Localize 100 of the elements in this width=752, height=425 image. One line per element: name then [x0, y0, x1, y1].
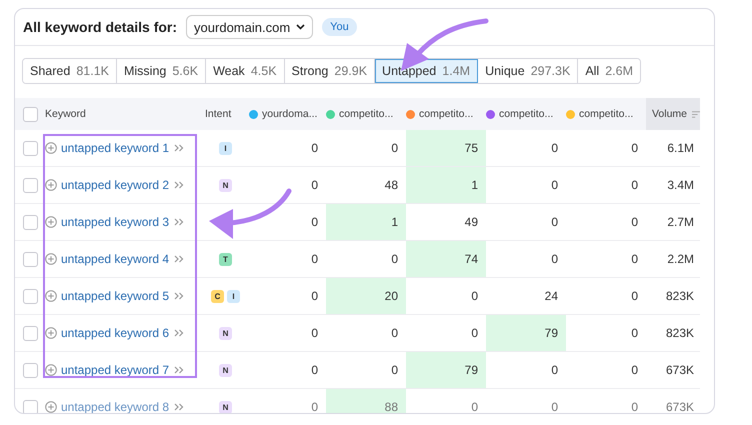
position-value: 0	[311, 141, 318, 155]
checkbox[interactable]	[23, 178, 38, 192]
volume-value: 3.4M	[667, 178, 694, 192]
column-header[interactable]: competito...	[339, 108, 394, 120]
plus-icon[interactable]	[45, 142, 57, 154]
position-value: 0	[471, 326, 478, 340]
plus-icon[interactable]	[45, 290, 57, 302]
column-header[interactable]: Intent	[205, 108, 232, 120]
position-value: 20	[384, 289, 398, 303]
double-chevron-icon[interactable]	[174, 366, 184, 374]
position-value: 0	[391, 252, 398, 266]
volume-value: 2.2M	[667, 252, 694, 266]
plus-icon[interactable]	[45, 216, 57, 228]
checkbox[interactable]	[23, 140, 38, 156]
position-value: 0	[631, 215, 638, 229]
keyword-link[interactable]: untapped keyword 3	[61, 215, 170, 229]
position-value: 24	[544, 289, 558, 303]
double-chevron-icon[interactable]	[174, 218, 184, 226]
position-value: 0	[551, 400, 558, 413]
double-chevron-icon[interactable]	[174, 255, 184, 263]
double-chevron-icon[interactable]	[174, 403, 184, 411]
intent-badge: N	[219, 400, 232, 413]
column-header[interactable]: competito...	[419, 108, 474, 120]
keyword-link[interactable]: untapped keyword 5	[61, 289, 170, 303]
position-value: 0	[391, 141, 398, 155]
position-value: 0	[551, 178, 558, 192]
double-chevron-icon[interactable]	[174, 144, 184, 152]
intent-badge: I	[219, 142, 232, 154]
checkbox[interactable]	[23, 326, 38, 340]
position-value: 1	[391, 215, 398, 229]
checkbox[interactable]	[23, 400, 38, 413]
volume-value: 6.1M	[667, 141, 694, 155]
keyword-link[interactable]: untapped keyword 7	[61, 363, 170, 377]
position-value: 0	[471, 400, 478, 413]
keyword-link[interactable]: untapped keyword 4	[61, 252, 170, 266]
position-value: 79	[464, 363, 478, 377]
keyword-link[interactable]: untapped keyword 1	[61, 141, 170, 155]
filter-tab[interactable]: Shared 81.1K	[23, 59, 117, 83]
position-value: 79	[544, 326, 558, 340]
intent-badge: T	[219, 252, 232, 266]
position-value: 48	[384, 178, 398, 192]
checkbox[interactable]	[23, 252, 38, 266]
you-badge: You	[322, 18, 357, 36]
position-value: 0	[551, 215, 558, 229]
position-value: 0	[631, 252, 638, 266]
double-chevron-icon[interactable]	[174, 181, 184, 189]
checkbox[interactable]	[23, 214, 38, 230]
position-value: 0	[631, 363, 638, 377]
position-value: 0	[631, 326, 638, 340]
checkbox[interactable]	[23, 288, 38, 304]
keyword-link[interactable]: untapped keyword 6	[61, 326, 170, 340]
position-value: 0	[631, 178, 638, 192]
double-chevron-icon[interactable]	[174, 292, 184, 300]
plus-icon[interactable]	[45, 364, 57, 376]
plus-icon[interactable]	[45, 401, 57, 413]
position-value: 0	[631, 141, 638, 155]
position-value: 74	[464, 252, 478, 266]
plus-icon[interactable]	[45, 253, 57, 265]
position-value: 75	[464, 141, 478, 155]
column-header[interactable]: Volume	[646, 98, 700, 130]
double-chevron-icon[interactable]	[174, 329, 184, 337]
plus-icon[interactable]	[45, 179, 57, 191]
sort-icon[interactable]	[692, 110, 700, 118]
plus-icon[interactable]	[45, 327, 57, 339]
position-value: 0	[391, 326, 398, 340]
column-header[interactable]: competito...	[579, 108, 634, 120]
position-value: 0	[311, 363, 318, 377]
position-value: 0	[631, 400, 638, 413]
intent-badge: I	[227, 290, 240, 302]
chevron-down-icon	[296, 24, 306, 30]
keyword-link[interactable]: untapped keyword 2	[61, 178, 170, 192]
position-value: 49	[464, 215, 478, 229]
position-value: 0	[471, 289, 478, 303]
section-title: All keyword details for:	[23, 19, 178, 35]
position-value: 0	[311, 326, 318, 340]
intent-badge: C	[211, 290, 224, 302]
position-value: 1	[471, 178, 478, 192]
volume-value: 823K	[666, 326, 694, 340]
intent-badge: N	[219, 178, 232, 192]
column-header[interactable]: yourdoma...	[262, 108, 318, 120]
volume-value: 673K	[666, 400, 694, 413]
position-value: 0	[311, 252, 318, 266]
position-value: 0	[551, 141, 558, 155]
volume-value: 823K	[666, 289, 694, 303]
intent-badge: N	[219, 326, 232, 340]
checkbox[interactable]	[23, 106, 38, 122]
column-header[interactable]: competito...	[499, 108, 554, 120]
column-header[interactable]: Keyword	[45, 108, 86, 120]
position-value: 0	[311, 178, 318, 192]
intent-badge: N	[219, 364, 232, 376]
volume-value: 2.7M	[667, 215, 694, 229]
filter-tab[interactable]: Untapped 1.4M	[375, 59, 478, 83]
volume-value: 673K	[666, 363, 694, 377]
position-value: 0	[311, 400, 318, 413]
position-value: 0	[311, 289, 318, 303]
checkbox[interactable]	[23, 362, 38, 378]
position-value: 0	[391, 363, 398, 377]
position-value: 0	[551, 252, 558, 266]
domain-select[interactable]: yourdomain.com	[186, 15, 314, 39]
position-value: 0	[551, 363, 558, 377]
